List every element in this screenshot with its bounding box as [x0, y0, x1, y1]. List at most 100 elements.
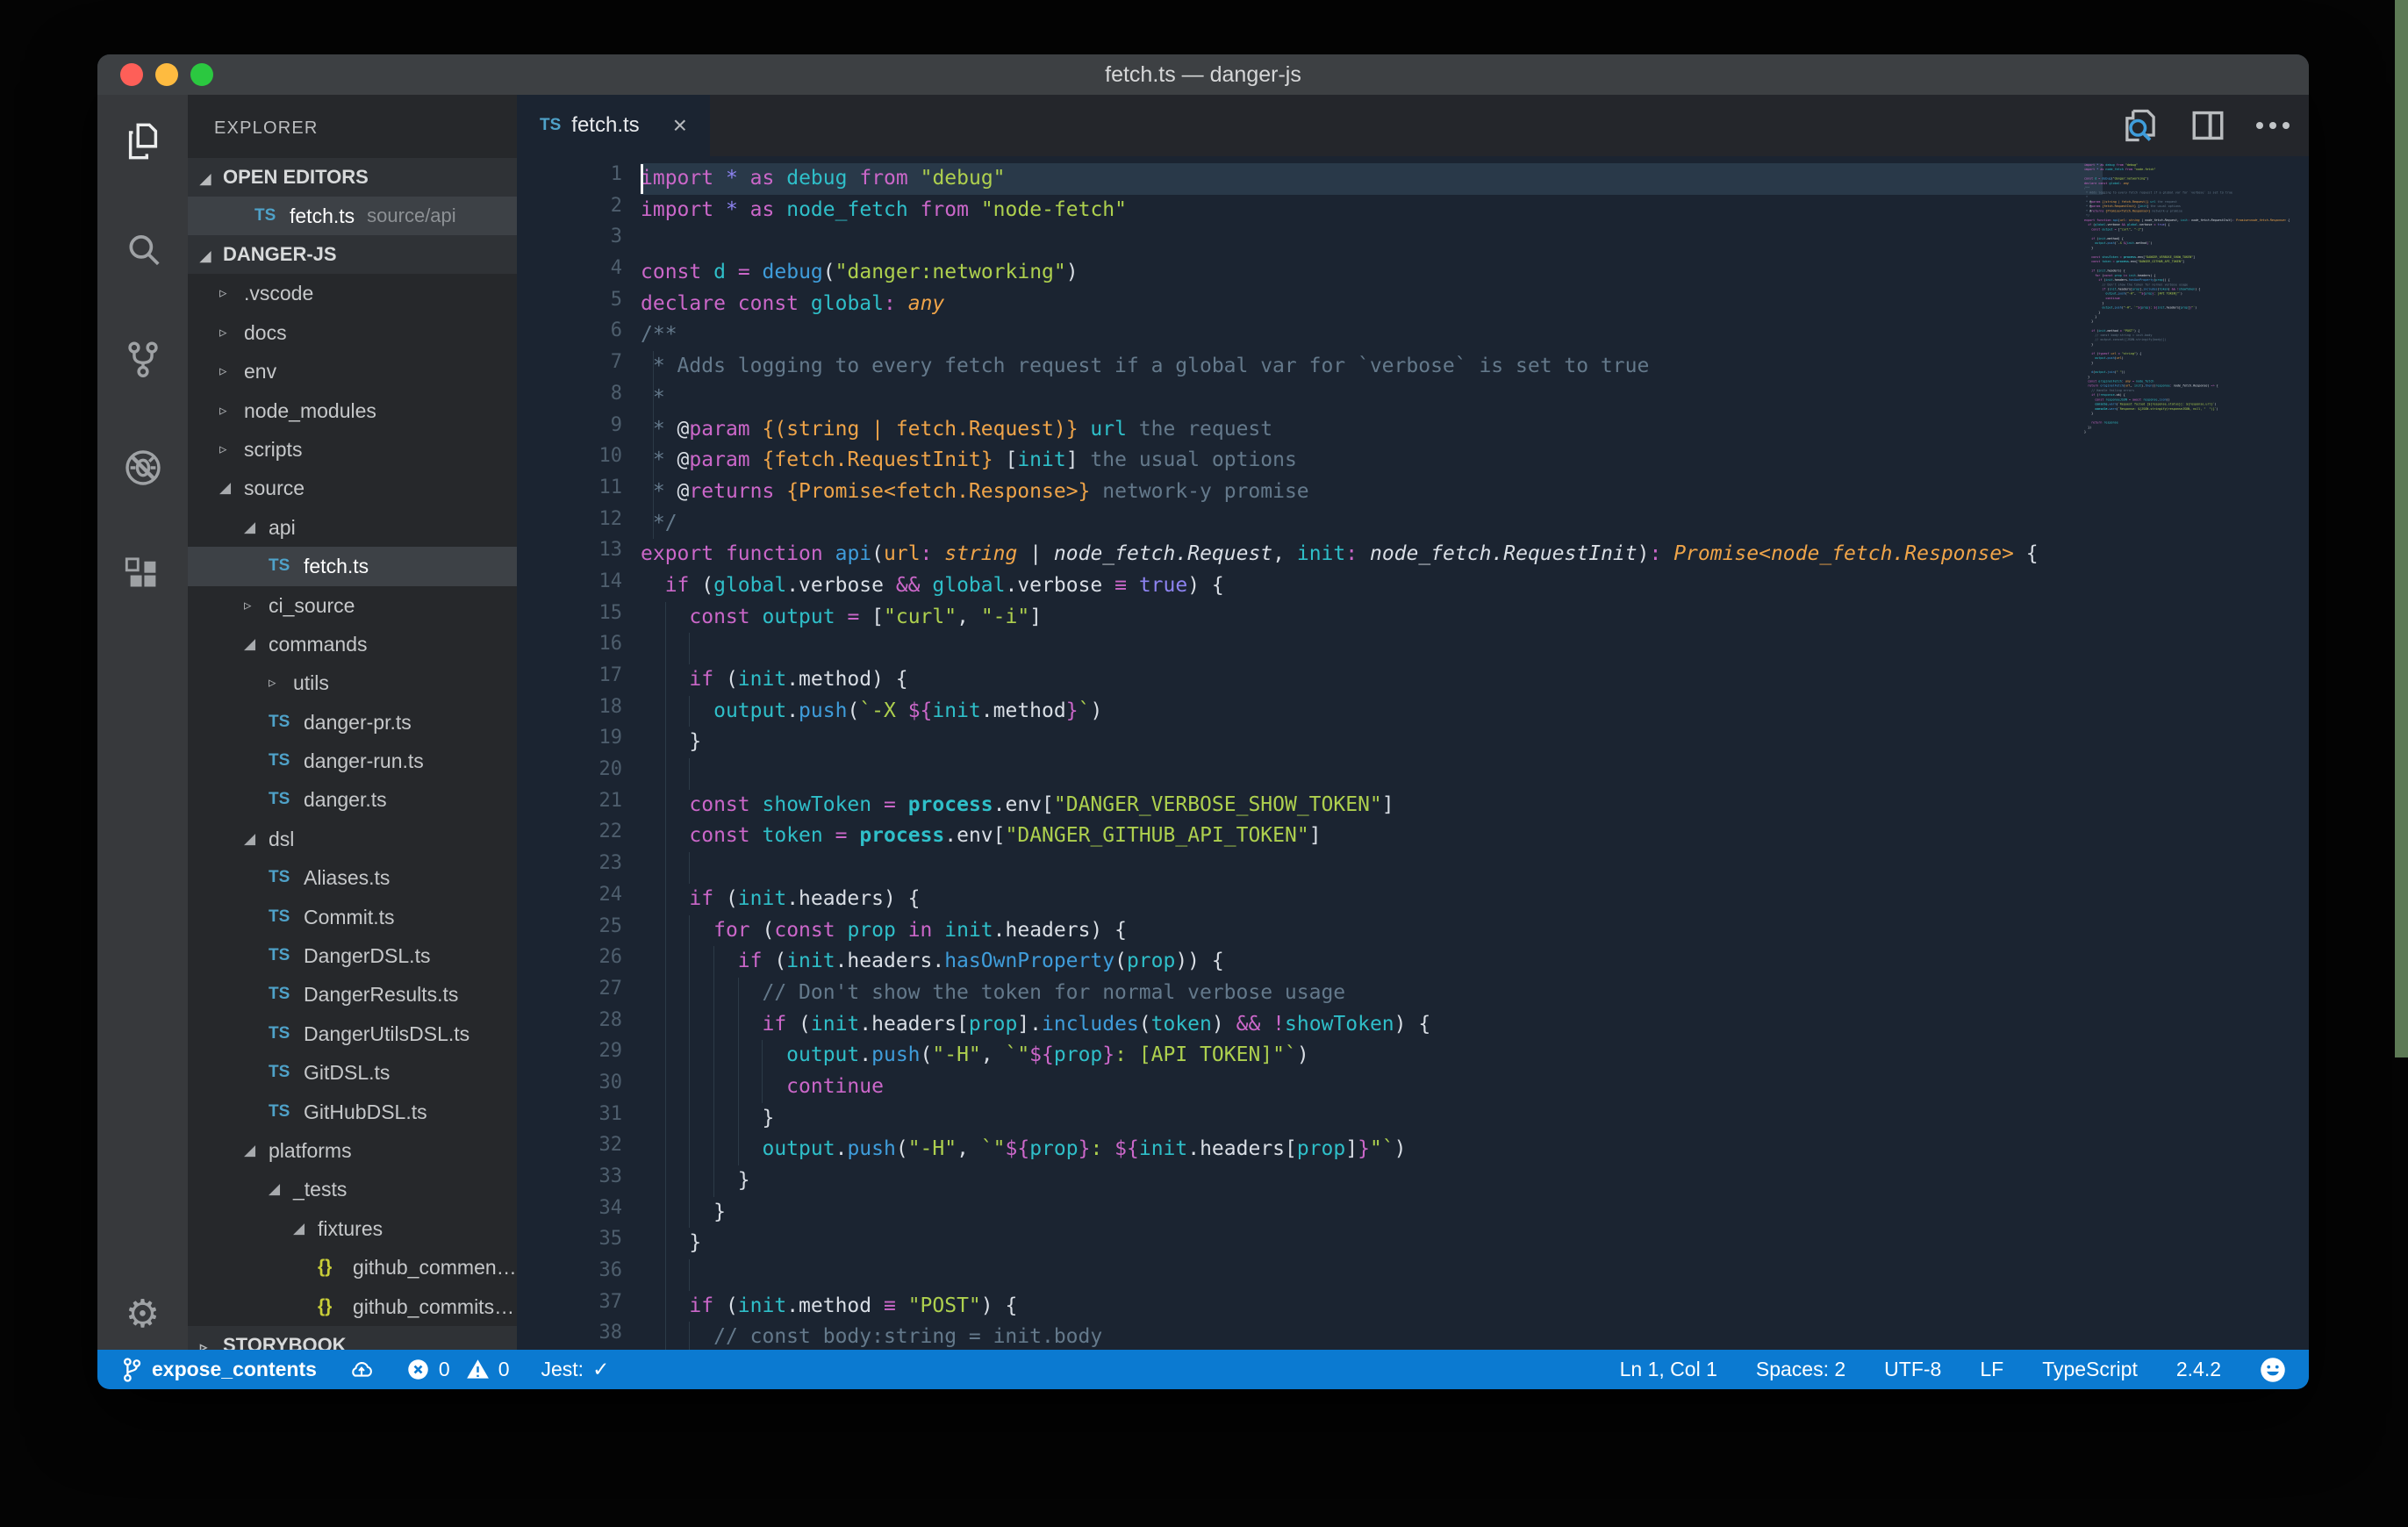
tree-item-fetch-ts[interactable]: TS fetch.ts: [188, 547, 517, 586]
code-editor[interactable]: 1 2 3 4 5 6 7 8 9 10 11 12 13 14 15 16 17 18 19 20 21 22 23 24 2…: [517, 156, 2309, 1350]
code-line-22[interactable]: const token = process.env["DANGER_GITHUB…: [641, 821, 2309, 853]
tab-fetch-ts[interactable]: TS fetch.ts ×: [517, 95, 711, 156]
code-line-19[interactable]: }: [641, 727, 2309, 759]
code-line-6[interactable]: /**: [641, 319, 2309, 351]
indentation-item[interactable]: Spaces: 2: [1756, 1358, 1845, 1381]
zoom-window-button[interactable]: [190, 63, 213, 86]
code-line-36[interactable]: [641, 1259, 2309, 1291]
close-tab-icon[interactable]: ×: [673, 113, 687, 138]
code-line-32[interactable]: output.push("-H", `"${prop}: ${init.head…: [641, 1134, 2309, 1165]
code-line-18[interactable]: output.push(`-X ${init.method}`): [641, 695, 2309, 728]
code-line-23[interactable]: [641, 852, 2309, 884]
tree-item-fixtures[interactable]: ◢ fixtures: [188, 1209, 517, 1248]
tree-item-ci-source[interactable]: ▹ ci_source: [188, 586, 517, 625]
code-line-35[interactable]: }: [641, 1228, 2309, 1260]
search-icon[interactable]: [121, 228, 165, 272]
extensions-icon[interactable]: [121, 555, 165, 599]
tree-item-danger-ts[interactable]: TS danger.ts: [188, 780, 517, 819]
tree-item-danger-run-ts[interactable]: TS danger-run.ts: [188, 742, 517, 780]
tree-item-danger-pr-ts[interactable]: TS danger-pr.ts: [188, 703, 517, 742]
tree-item-aliases-ts[interactable]: TS Aliases.ts: [188, 858, 517, 897]
tree-item-githubdsl-ts[interactable]: TS GitHubDSL.ts: [188, 1093, 517, 1131]
problems-item[interactable]: 0 0: [406, 1358, 510, 1381]
code-line-8[interactable]: *: [641, 382, 2309, 414]
code-line-7[interactable]: * Adds logging to every fetch request if…: [641, 351, 2309, 383]
code-line-37[interactable]: if (init.method ≡ "POST") {: [641, 1290, 2309, 1323]
more-actions-icon[interactable]: [2256, 122, 2290, 129]
tree-item-gitdsl-ts[interactable]: TS GitDSL.ts: [188, 1053, 517, 1092]
code-line-30[interactable]: continue: [641, 1071, 2309, 1103]
encoding-item[interactable]: UTF-8: [1884, 1358, 1941, 1381]
code-line-27[interactable]: // Don't show the token for normal verbo…: [641, 977, 2309, 1009]
tree-item-dsl[interactable]: ◢ dsl: [188, 820, 517, 858]
open-preview-icon[interactable]: [2121, 106, 2160, 145]
code-line-29[interactable]: output.push("-H", `"${prop}: [API TOKEN]…: [641, 1040, 2309, 1072]
open-editors-header[interactable]: ◢ OPEN EDITORS: [188, 158, 517, 197]
code-line-31[interactable]: }: [641, 1102, 2309, 1135]
code-line-14[interactable]: if (global.verbose && global.verbose ≡ t…: [641, 570, 2309, 602]
code-content[interactable]: import * as debug from "debug" import * a…: [641, 163, 2309, 1350]
code-line-15[interactable]: const output = ["curl", "-i"]: [641, 601, 2309, 634]
gear-icon[interactable]: ⚙: [97, 1295, 188, 1334]
tree-item-commands[interactable]: ◢ commands: [188, 625, 517, 663]
explorer-icon[interactable]: [121, 119, 165, 163]
code-line-5[interactable]: declare const global: any: [641, 289, 2309, 320]
tree-item-platforms[interactable]: ◢ platforms: [188, 1131, 517, 1170]
line-number-gutter[interactable]: 1 2 3 4 5 6 7 8 9 10 11 12 13 14 15 16 17 18 19 20 21 22 23 24 2…: [517, 163, 623, 1350]
tree-item-source[interactable]: ◢ source: [188, 469, 517, 507]
source-control-icon[interactable]: [121, 337, 165, 381]
tree-item-docs[interactable]: ▹ docs: [188, 313, 517, 352]
code-line-26[interactable]: if (init.headers.hasOwnProperty(prop)) {: [641, 946, 2309, 978]
minimap[interactable]: import * as debug from "debug" import * a…: [2084, 156, 2290, 1350]
jest-status-item[interactable]: Jest: ✓: [541, 1358, 610, 1381]
tree-item--tests[interactable]: ◢ _tests: [188, 1170, 517, 1208]
tree-item-dangerutilsdsl-ts[interactable]: TS DangerUtilsDSL.ts: [188, 1014, 517, 1053]
tree-item--vscode[interactable]: ▹ .vscode: [188, 274, 517, 312]
close-window-button[interactable]: [120, 63, 143, 86]
code-line-20[interactable]: [641, 758, 2309, 790]
code-line-25[interactable]: for (const prop in init.headers) {: [641, 914, 2309, 947]
code-line-34[interactable]: }: [641, 1196, 2309, 1229]
code-line-28[interactable]: if (init.headers[prop].includes(token) &…: [641, 1008, 2309, 1041]
code-line-4[interactable]: const d = debug("danger:networking"): [641, 257, 2309, 289]
open-editor-item[interactable]: TS fetch.ts source/api: [188, 197, 517, 236]
code-line-33[interactable]: }: [641, 1165, 2309, 1197]
code-line-3[interactable]: [641, 226, 2309, 257]
code-line-24[interactable]: if (init.headers) {: [641, 883, 2309, 915]
tree-item-github-commits-[interactable]: {} github_commits…: [188, 1287, 517, 1326]
sync-item[interactable]: [348, 1357, 375, 1383]
tree-item-env[interactable]: ▹ env: [188, 352, 517, 391]
code-line-38[interactable]: // const body:string = init.body: [641, 1322, 2309, 1350]
code-line-10[interactable]: * @param {fetch.RequestInit} [init] the …: [641, 445, 2309, 477]
tree-item-github-commen-[interactable]: {} github_commen…: [188, 1248, 517, 1287]
cursor-position-item[interactable]: Ln 1, Col 1: [1620, 1358, 1717, 1381]
code-line-17[interactable]: if (init.method) {: [641, 664, 2309, 696]
tree-item-scripts[interactable]: ▹ scripts: [188, 430, 517, 469]
code-line-11[interactable]: * @returns {Promise<fetch.Response>} net…: [641, 476, 2309, 508]
tree-item-api[interactable]: ◢ api: [188, 508, 517, 547]
tree-item-commit-ts[interactable]: TS Commit.ts: [188, 898, 517, 936]
code-line-2[interactable]: import * as node_fetch from "node-fetch": [641, 195, 2309, 226]
debug-icon[interactable]: [121, 446, 165, 490]
tree-item-node-modules[interactable]: ▹ node_modules: [188, 391, 517, 430]
code-line-16[interactable]: [641, 633, 2309, 664]
explorer-title: EXPLORER: [214, 118, 319, 138]
code-line-21[interactable]: const showToken = process.env["DANGER_VE…: [641, 789, 2309, 821]
git-branch-item[interactable]: expose_contents: [120, 1357, 317, 1383]
code-line-12[interactable]: */: [641, 507, 2309, 540]
eol-item[interactable]: LF: [1980, 1358, 2003, 1381]
tree-item-utils[interactable]: ▹ utils: [188, 663, 517, 702]
code-line-13[interactable]: export function api(url: string | node_f…: [641, 539, 2309, 570]
project-section-header[interactable]: ◢ DANGER-JS: [188, 235, 517, 275]
tree-item-dangerdsl-ts[interactable]: TS DangerDSL.ts: [188, 936, 517, 975]
smiley-icon[interactable]: [2260, 1357, 2286, 1383]
tree-item-dangerresults-ts[interactable]: TS DangerResults.ts: [188, 975, 517, 1014]
language-mode-item[interactable]: TypeScript: [2042, 1358, 2138, 1381]
code-line-9[interactable]: * @param {(string | fetch.Request)} url …: [641, 413, 2309, 446]
split-editor-icon[interactable]: [2189, 107, 2226, 144]
minimize-window-button[interactable]: [155, 63, 178, 86]
storybook-section-header[interactable]: ▹ STORYBOOK: [188, 1325, 517, 1350]
ts-version-item[interactable]: 2.4.2: [2176, 1358, 2221, 1381]
code-line-1[interactable]: import * as debug from "debug": [641, 163, 2309, 195]
title-bar[interactable]: fetch.ts — danger-js: [97, 54, 2309, 95]
